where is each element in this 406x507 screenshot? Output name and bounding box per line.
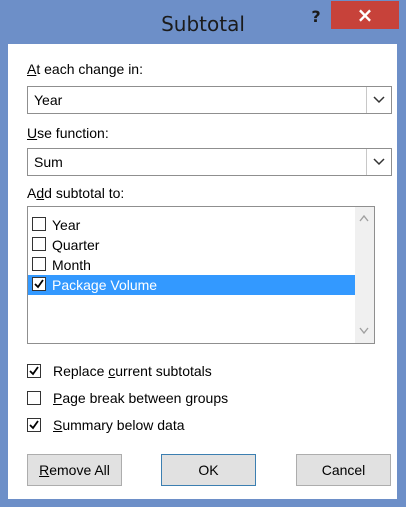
at-each-change-combo[interactable]: Year	[27, 86, 392, 114]
remove-all-button[interactable]: Remove All	[27, 454, 122, 486]
checkbox[interactable]	[32, 217, 46, 231]
checkbox-checked[interactable]	[32, 277, 46, 291]
add-subtotal-list[interactable]: Year Quarter Month Package Volume	[27, 206, 373, 344]
checkmark-icon	[34, 279, 44, 289]
dialog-frame: Subtotal ? × At each change in: Year Use…	[0, 0, 406, 507]
add-subtotal-label: Add subtotal to:	[27, 185, 125, 201]
chevron-down-icon[interactable]	[366, 87, 391, 113]
list-item[interactable]: Year	[28, 215, 358, 235]
scroll-up-icon	[359, 215, 369, 222]
list-item[interactable]: Quarter	[28, 235, 358, 255]
checkmark-icon	[29, 366, 39, 376]
checkbox[interactable]	[32, 237, 46, 251]
list-scrollbar[interactable]	[355, 206, 375, 344]
list-item-selected[interactable]: Package Volume	[28, 275, 358, 295]
chevron-down-icon[interactable]	[366, 149, 391, 175]
checkbox[interactable]	[32, 257, 46, 271]
use-function-combo[interactable]: Sum	[27, 148, 392, 176]
page-break-option[interactable]: Page break between groups	[27, 388, 357, 408]
summary-below-option[interactable]: Summary below data	[27, 415, 357, 435]
cancel-button[interactable]: Cancel	[296, 454, 391, 486]
scroll-down-icon	[359, 327, 369, 334]
at-each-change-value: Year	[34, 92, 63, 108]
use-function-value: Sum	[34, 154, 63, 170]
replace-subtotals-option[interactable]: Replace current subtotals	[27, 361, 357, 381]
use-function-label: Use function:	[27, 125, 109, 141]
help-button[interactable]: ?	[305, 6, 327, 28]
title-bar: Subtotal ? ×	[0, 0, 406, 44]
close-button[interactable]: ×	[331, 1, 399, 29]
ok-button[interactable]: OK	[161, 454, 256, 486]
at-each-change-label: At each change in:	[27, 61, 143, 77]
checkbox-checked[interactable]	[27, 364, 41, 378]
checkmark-icon	[29, 420, 39, 430]
dialog-body: At each change in: Year Use function: Su…	[8, 44, 397, 499]
checkbox-checked[interactable]	[27, 418, 41, 432]
checkbox[interactable]	[27, 391, 41, 405]
list-item[interactable]: Month	[28, 255, 358, 275]
